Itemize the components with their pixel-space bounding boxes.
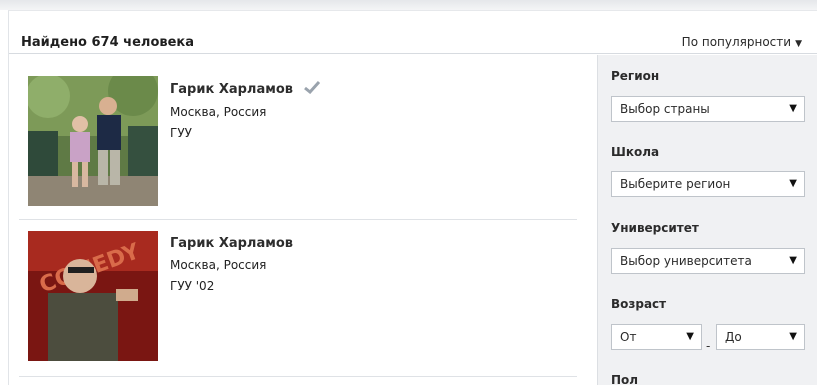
profile-photo[interactable]: COMEDY	[28, 231, 158, 361]
results-header: Найдено 674 человека По популярности ▼	[9, 11, 817, 54]
page-background-strip	[0, 0, 817, 10]
profile-photo[interactable]	[28, 76, 158, 206]
results-count: Найдено 674 человека	[21, 35, 195, 50]
filters-sidebar: Регион Выбор страны ▼ Школа Выберите рег…	[597, 55, 817, 387]
sort-label: По популярности	[681, 35, 792, 49]
profile-city: Москва, Россия	[170, 258, 267, 272]
profile-city: Москва, Россия	[170, 105, 267, 119]
age-label: Возраст	[611, 297, 667, 311]
age-range-separator: -	[706, 339, 711, 353]
region-label: Регион	[611, 69, 660, 83]
sort-dropdown[interactable]: По популярности ▼	[682, 35, 802, 49]
age-from-select[interactable]: От ▼	[611, 324, 702, 350]
school-region-select[interactable]: Выберите регион ▼	[611, 171, 805, 197]
age-to-select[interactable]: До ▼	[716, 324, 805, 350]
list-item: COMEDY Гарик Харламов Москва, Россия ГУУ…	[19, 219, 577, 376]
checkmark-icon	[304, 79, 321, 98]
university-label: Университет	[611, 221, 699, 235]
results-list: Гарик Харламов Москва, Россия ГУУ COMEDY	[9, 55, 597, 385]
university-select-value: Выбор университета	[620, 254, 752, 268]
triangle-down-icon: ▼	[789, 255, 797, 266]
school-select-value: Выберите регион	[620, 177, 731, 191]
triangle-down-icon: ▼	[686, 331, 694, 342]
list-item: Гарик Харламов Москва, Россия ГУУ	[19, 64, 577, 220]
age-to-value: До	[725, 330, 742, 344]
result-divider	[19, 376, 577, 377]
profile-name-link[interactable]: Гарик Харламов	[170, 82, 293, 97]
country-select-value: Выбор страны	[620, 102, 710, 116]
result-info: Гарик Харламов Москва, Россия ГУУ '02	[170, 232, 293, 293]
profile-name-link[interactable]: Гарик Харламов	[170, 236, 293, 251]
search-results-panel: Найдено 674 человека По популярности ▼ Г…	[8, 10, 817, 387]
result-info: Гарик Харламов Москва, Россия ГУУ	[170, 78, 321, 140]
profile-education: ГУУ	[170, 126, 192, 140]
age-from-value: От	[620, 330, 637, 344]
gender-label: Пол	[611, 373, 639, 387]
triangle-down-icon: ▼	[789, 103, 797, 114]
triangle-down-icon: ▼	[789, 331, 797, 342]
profile-education: ГУУ '02	[170, 279, 215, 293]
triangle-down-icon: ▼	[789, 178, 797, 189]
university-select[interactable]: Выбор университета ▼	[611, 248, 805, 274]
school-label: Школа	[611, 145, 660, 159]
country-select[interactable]: Выбор страны ▼	[611, 96, 805, 122]
chevron-down-icon: ▼	[795, 39, 802, 49]
